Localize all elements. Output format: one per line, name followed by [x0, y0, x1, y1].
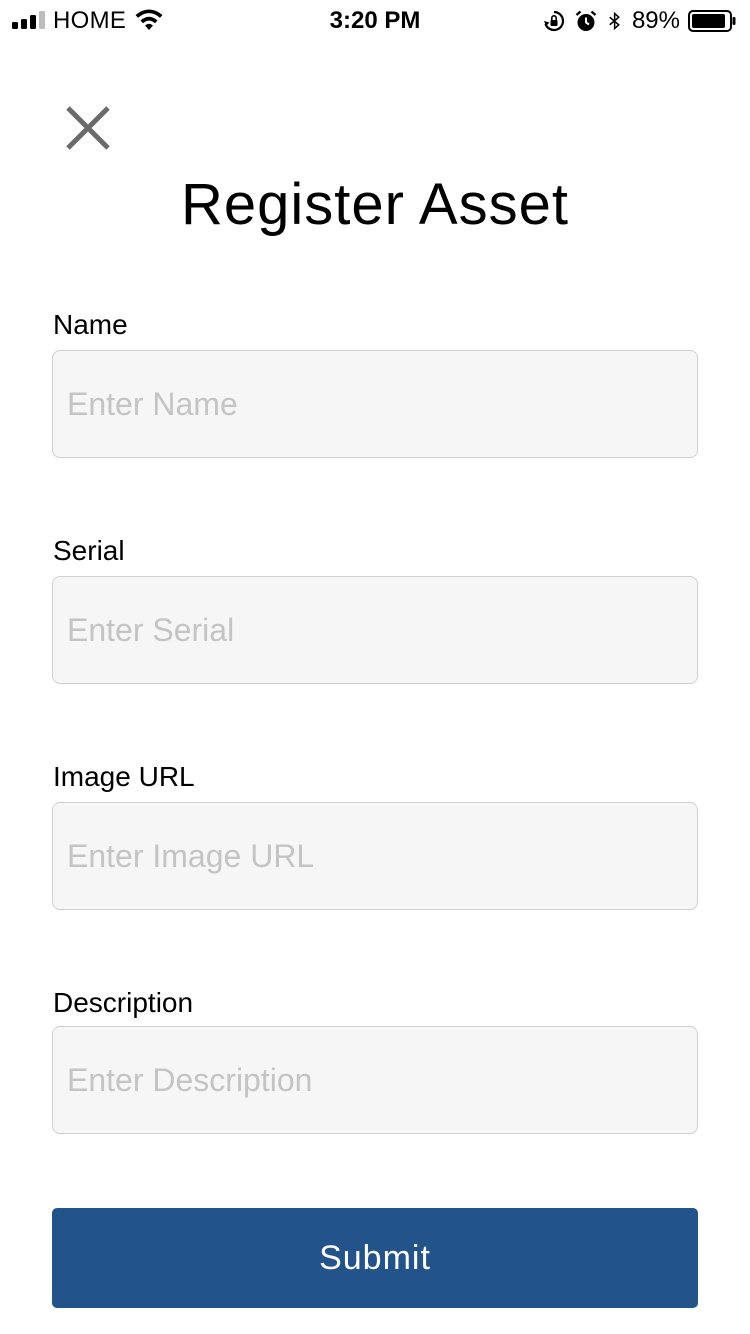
close-icon	[66, 106, 110, 150]
image-url-label: Image URL	[53, 761, 195, 792]
name-input[interactable]	[52, 350, 698, 458]
serial-label: Serial	[53, 535, 125, 566]
status-icons: 89%	[542, 7, 736, 35]
image-url-input[interactable]	[52, 802, 698, 910]
battery-icon	[688, 10, 736, 32]
submit-button[interactable]: Submit	[52, 1208, 698, 1308]
description-label: Description	[53, 987, 194, 1018]
close-button[interactable]	[60, 100, 116, 156]
serial-input[interactable]	[52, 576, 698, 684]
alarm-icon	[575, 10, 597, 31]
orientation-lock-icon	[543, 10, 565, 32]
bluetooth-icon	[609, 11, 620, 31]
page-title: Register Asset	[181, 172, 569, 237]
status-bar: HOME 3:20 PM 89%	[0, 0, 750, 40]
description-input[interactable]	[52, 1026, 698, 1134]
battery-percent: 89%	[631, 7, 680, 34]
name-label: Name	[53, 309, 128, 340]
